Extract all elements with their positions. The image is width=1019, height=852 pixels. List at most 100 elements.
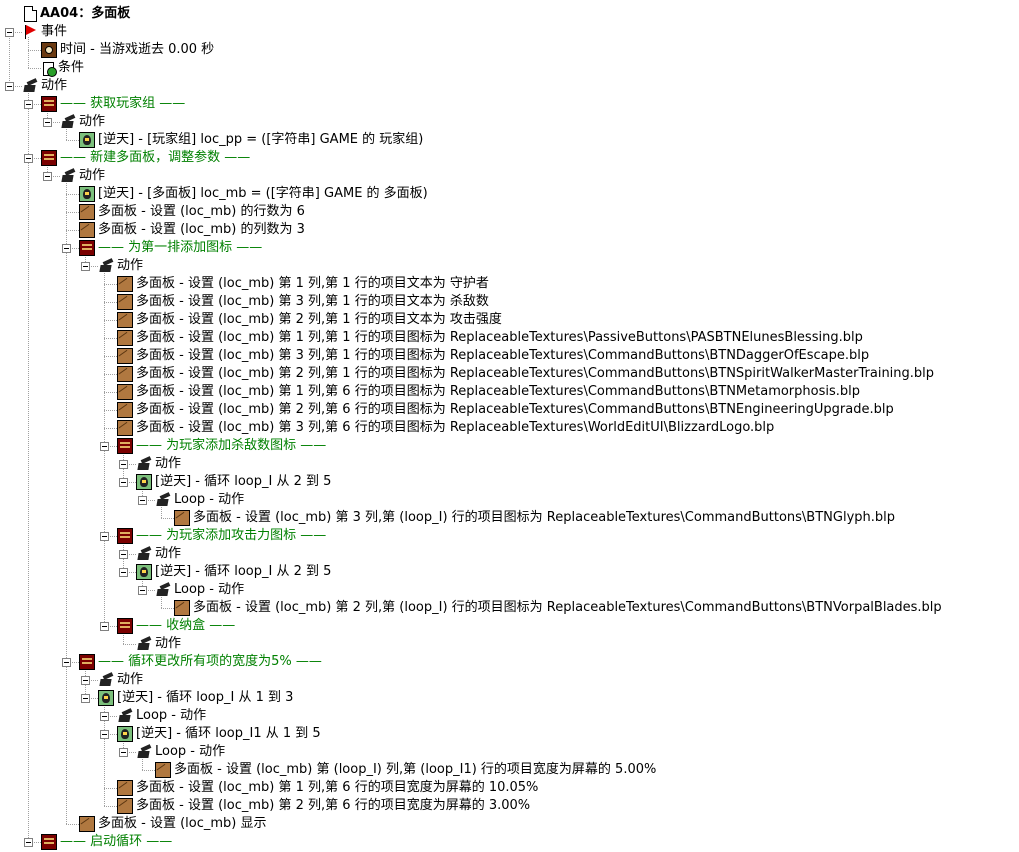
tree-node-label: 多面板 - 设置 (loc_mb) 第 1 列,第 1 行的项目文本为 守护者 <box>136 276 489 291</box>
tree-node[interactable]: 动作 <box>98 671 143 689</box>
tree-node-label: 多面板 - 设置 (loc_mb) 第 2 列,第 1 行的项目文本为 攻击强度 <box>136 312 502 327</box>
comment-icon <box>41 834 57 850</box>
tree-node[interactable]: 多面板 - 设置 (loc_mb) 第 (loop_I) 列,第 (loop_I… <box>155 761 656 779</box>
action-icon <box>155 582 171 598</box>
action-icon <box>136 546 152 562</box>
tree-node[interactable]: 动作 <box>60 113 105 131</box>
collapse-toggle-icon[interactable] <box>81 676 90 685</box>
tree-node[interactable]: 多面板 - 设置 (loc_mb) 第 3 列,第 (loop_I) 行的项目图… <box>174 509 895 527</box>
collapse-toggle-icon[interactable] <box>5 82 14 91</box>
comment-icon <box>117 438 133 454</box>
tree-node-label: [逆天] - 循环 loop_I 从 1 到 3 <box>117 690 294 705</box>
collapse-toggle-icon[interactable] <box>24 838 33 847</box>
comment-icon <box>117 618 133 634</box>
tree-node[interactable]: Loop - 动作 <box>136 743 225 761</box>
tree-node-label: 动作 <box>155 546 182 561</box>
collapse-toggle-icon[interactable] <box>100 442 109 451</box>
tree-node-label: 动作 <box>79 114 106 129</box>
collapse-toggle-icon[interactable] <box>100 730 109 739</box>
tree-node[interactable]: 多面板 - 设置 (loc_mb) 的列数为 3 <box>79 221 305 239</box>
tree-node[interactable]: 动作 <box>136 455 181 473</box>
tree-node[interactable]: 多面板 - 设置 (loc_mb) 第 2 列,第 1 行的项目文本为 攻击强度 <box>117 311 502 329</box>
collapse-toggle-icon[interactable] <box>119 550 128 559</box>
tree-node[interactable]: 多面板 - 设置 (loc_mb) 第 2 列,第 6 行的项目宽度为屏幕的 3… <box>117 797 530 815</box>
action-icon <box>136 456 152 472</box>
tree-node[interactable]: 动作 <box>60 167 105 185</box>
tree-node[interactable]: 多面板 - 设置 (loc_mb) 第 1 列,第 1 行的项目图标为 Repl… <box>117 329 863 347</box>
tree-node[interactable]: 动作 <box>98 257 143 275</box>
tree-node[interactable]: 多面板 - 设置 (loc_mb) 第 3 列,第 6 行的项目图标为 Repl… <box>117 419 774 437</box>
tree-node[interactable]: [逆天] - [玩家组] loc_pp = ([字符串] GAME 的 玩家组) <box>79 131 423 149</box>
comment-icon <box>79 654 95 670</box>
collapse-toggle-icon[interactable] <box>24 154 33 163</box>
collapse-toggle-icon[interactable] <box>100 712 109 721</box>
tree-node[interactable]: 事件 <box>22 23 67 41</box>
collapse-toggle-icon[interactable] <box>138 586 147 595</box>
collapse-toggle-icon[interactable] <box>24 100 33 109</box>
tree-node[interactable]: [逆天] - 循环 loop_I 从 2 到 5 <box>136 473 331 491</box>
comment-icon <box>41 150 57 166</box>
tree-node[interactable]: [逆天] - 循环 loop_I 从 1 到 3 <box>98 689 293 707</box>
collapse-toggle-icon[interactable] <box>81 694 90 703</box>
tree-comment-node[interactable]: —— 为玩家添加杀敌数图标 —— <box>117 437 326 455</box>
collapse-toggle-icon[interactable] <box>119 568 128 577</box>
tree-node-label: [逆天] - 循环 loop_I1 从 1 到 5 <box>136 726 321 741</box>
collapse-toggle-icon[interactable] <box>100 532 109 541</box>
tree-node[interactable]: 多面板 - 设置 (loc_mb) 第 3 列,第 1 行的项目图标为 Repl… <box>117 347 869 365</box>
tree-node[interactable]: 动作 <box>136 635 181 653</box>
tree-node[interactable]: 多面板 - 设置 (loc_mb) 第 1 列,第 6 行的项目图标为 Repl… <box>117 383 860 401</box>
multiboard-icon <box>117 420 133 436</box>
action-icon <box>136 744 152 760</box>
tree-node[interactable]: Loop - 动作 <box>117 707 206 725</box>
tree-node[interactable]: 多面板 - 设置 (loc_mb) 第 2 列,第 6 行的项目图标为 Repl… <box>117 401 894 419</box>
multiboard-icon <box>174 510 190 526</box>
tree-node[interactable]: [逆天] - 循环 loop_I1 从 1 到 5 <box>117 725 321 743</box>
tree-comment-node[interactable]: —— 为玩家添加攻击力图标 —— <box>117 527 326 545</box>
tree-node-label: 动作 <box>41 78 68 93</box>
tree-node[interactable]: [逆天] - [多面板] loc_mb = ([字符串] GAME 的 多面板) <box>79 185 428 203</box>
tree-comment-node[interactable]: —— 获取玩家组 —— <box>41 95 185 113</box>
tree-comment-node[interactable]: —— 新建多面板，调整参数 —— <box>41 149 250 167</box>
tree-node[interactable]: Loop - 动作 <box>155 491 244 509</box>
tree-node[interactable]: 时间 - 当游戏逝去 0.00 秒 <box>41 41 214 59</box>
collapse-toggle-icon[interactable] <box>119 748 128 757</box>
tree-node[interactable]: 条件 <box>41 59 84 77</box>
tree-node-label: —— 启动循环 —— <box>60 834 173 849</box>
collapse-toggle-icon[interactable] <box>62 244 71 253</box>
tree-comment-node[interactable]: —— 收纳盒 —— <box>117 617 235 635</box>
collapse-toggle-icon[interactable] <box>43 118 52 127</box>
collapse-toggle-icon[interactable] <box>119 478 128 487</box>
action-icon <box>60 114 76 130</box>
collapse-toggle-icon[interactable] <box>81 262 90 271</box>
tree-node[interactable]: 动作 <box>22 77 67 95</box>
tree-node[interactable]: 多面板 - 设置 (loc_mb) 第 1 列,第 6 行的项目宽度为屏幕的 1… <box>117 779 538 797</box>
tree-comment-node[interactable]: —— 启动循环 —— <box>41 833 172 851</box>
tree-node[interactable]: 多面板 - 设置 (loc_mb) 第 2 列,第 1 行的项目图标为 Repl… <box>117 365 934 383</box>
tree-node-label: 多面板 - 设置 (loc_mb) 第 3 列,第 1 行的项目文本为 杀敌数 <box>136 294 489 309</box>
collapse-toggle-icon[interactable] <box>100 622 109 631</box>
tree-node[interactable]: 多面板 - 设置 (loc_mb) 第 3 列,第 1 行的项目文本为 杀敌数 <box>117 293 489 311</box>
collapse-toggle-icon[interactable] <box>43 172 52 181</box>
tree-node[interactable]: 多面板 - 设置 (loc_mb) 显示 <box>79 815 267 833</box>
tree-node-label: Loop - 动作 <box>174 492 245 507</box>
multiboard-icon <box>117 294 133 310</box>
tree-node[interactable]: AA04：多面板 <box>22 5 130 23</box>
action-icon <box>155 492 171 508</box>
tree-node-label: 多面板 - 设置 (loc_mb) 第 (loop_I) 列,第 (loop_I… <box>174 762 657 777</box>
tree-node[interactable]: 多面板 - 设置 (loc_mb) 第 1 列,第 1 行的项目文本为 守护者 <box>117 275 489 293</box>
tree-node[interactable]: [逆天] - 循环 loop_I 从 2 到 5 <box>136 563 331 581</box>
tree-node[interactable]: 动作 <box>136 545 181 563</box>
trigger-tree: AA04：多面板 事件 时间 - 当游戏逝去 0.00 秒条件 动作 —— 获取玩家组 … <box>0 0 1019 852</box>
collapse-toggle-icon[interactable] <box>62 658 71 667</box>
tree-comment-node[interactable]: —— 为第一排添加图标 —— <box>79 239 262 257</box>
tree-comment-node[interactable]: —— 循环更改所有项的宽度为5% —— <box>79 653 322 671</box>
collapse-toggle-icon[interactable] <box>119 460 128 469</box>
collapse-toggle-icon[interactable] <box>138 496 147 505</box>
multiboard-icon <box>117 312 133 328</box>
tree-node[interactable]: Loop - 动作 <box>155 581 244 599</box>
condition-icon <box>41 61 57 77</box>
collapse-toggle-icon[interactable] <box>5 28 14 37</box>
tree-node-label: Loop - 动作 <box>136 708 207 723</box>
tree-node[interactable]: 多面板 - 设置 (loc_mb) 的行数为 6 <box>79 203 305 221</box>
tree-node[interactable]: 多面板 - 设置 (loc_mb) 第 2 列,第 (loop_I) 行的项目图… <box>174 599 942 617</box>
